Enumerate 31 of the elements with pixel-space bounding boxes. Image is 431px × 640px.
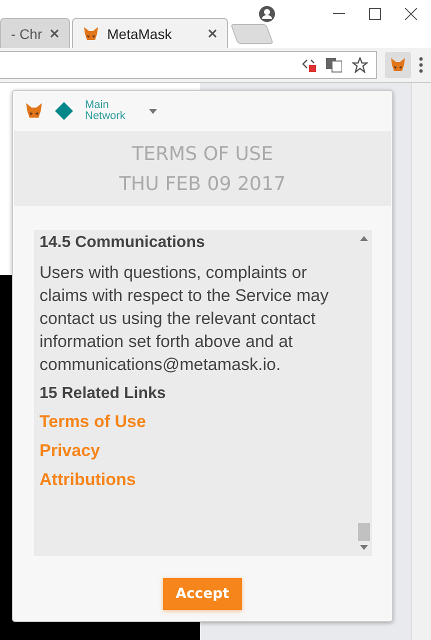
section-heading: 15 Related Links: [40, 385, 167, 403]
section-heading: 14.5 Communications: [40, 234, 206, 252]
terms-link[interactable]: Attributions: [40, 470, 136, 490]
scroll-thumb[interactable]: [358, 523, 370, 541]
scroll-down-icon[interactable]: [360, 545, 368, 550]
diamond-icon: [55, 102, 73, 120]
minimize-icon[interactable]: [333, 13, 345, 15]
menu-icon[interactable]: [419, 57, 423, 73]
accept-button[interactable]: Accept: [162, 578, 242, 610]
scroll-up-icon[interactable]: [360, 236, 368, 241]
close-icon[interactable]: [208, 29, 218, 38]
fox-icon: [390, 57, 406, 73]
terms-link[interactable]: Privacy: [40, 441, 100, 461]
browser-tab[interactable]: - Chr: [0, 18, 70, 48]
terms-link[interactable]: Terms of Use: [40, 412, 146, 432]
terms-title: TERMS OF USE: [132, 142, 274, 164]
maximize-icon[interactable]: [369, 8, 381, 20]
fox-icon: [83, 26, 100, 42]
close-icon[interactable]: [405, 8, 417, 20]
blocked-code-icon[interactable]: [302, 58, 316, 72]
browser-tab[interactable]: MetaMask: [72, 18, 228, 48]
terms-date: THU FEB 09 2017: [119, 172, 286, 194]
fox-icon: [25, 102, 43, 120]
terms-paragraph: Users with questions, complaints or claims with respect to the Service may contact us using the relevant contact information set forth above and at communications@metamask.io.: [40, 262, 330, 376]
address-bar[interactable]: [0, 51, 377, 79]
scrollbar[interactable]: [411, 83, 431, 640]
profile-icon[interactable]: [259, 6, 275, 22]
network-selector[interactable]: Main Network: [85, 100, 137, 122]
caret-icon[interactable]: [149, 108, 157, 114]
close-icon[interactable]: [50, 29, 60, 38]
star-icon[interactable]: [352, 57, 368, 73]
